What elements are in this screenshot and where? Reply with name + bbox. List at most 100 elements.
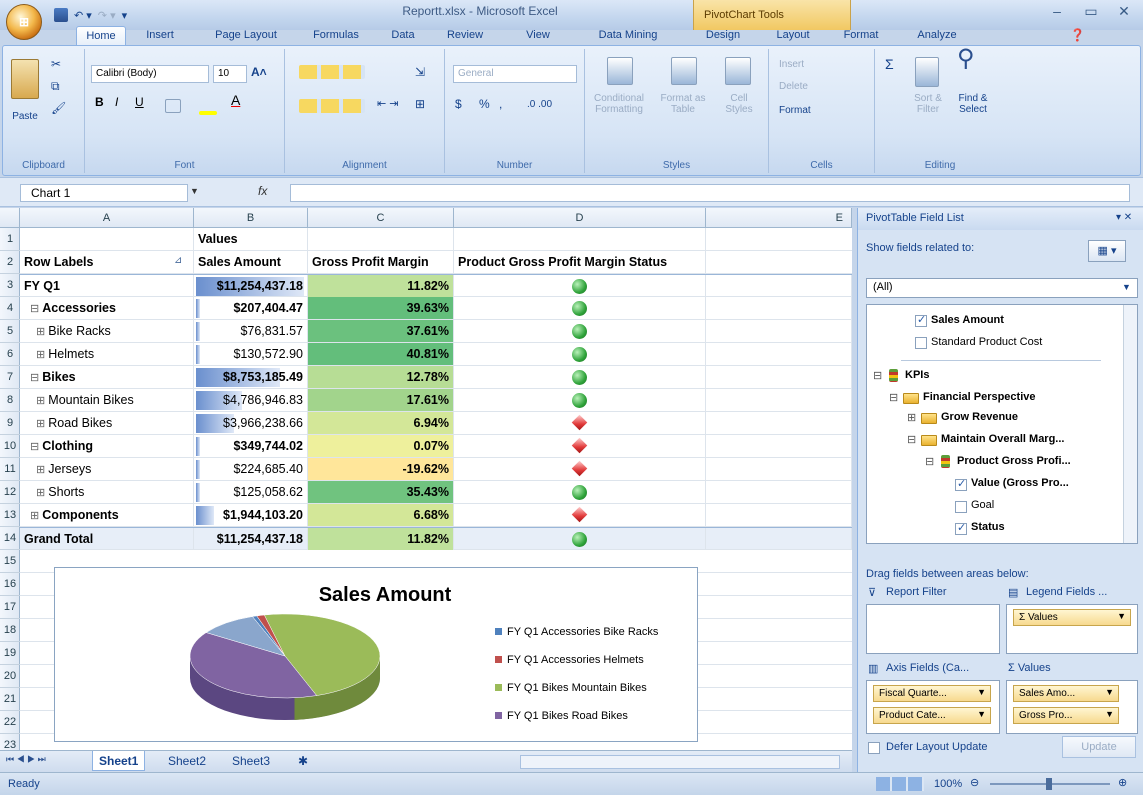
tab-design[interactable]: Design xyxy=(700,26,746,46)
layout-button[interactable]: ▦ ▾ xyxy=(1088,240,1126,262)
cell-e[interactable] xyxy=(706,528,852,550)
paste-icon[interactable] xyxy=(11,59,39,99)
defer-update-checkbox[interactable] xyxy=(868,742,880,754)
cell-e[interactable] xyxy=(706,504,852,526)
related-select[interactable]: (All) xyxy=(866,278,1138,298)
update-button[interactable]: Update xyxy=(1062,736,1136,758)
vertical-align-icons[interactable] xyxy=(299,65,365,79)
fill-color-icon[interactable] xyxy=(199,111,217,115)
cell-e[interactable] xyxy=(706,343,852,365)
currency-button[interactable]: $ xyxy=(455,98,462,110)
gross-margin-cell[interactable]: 39.63% xyxy=(308,297,454,319)
sales-amount-cell[interactable]: $130,572.90 xyxy=(194,343,308,365)
tree-toggle-icon[interactable]: ⊟ xyxy=(907,433,916,446)
tab-analyze[interactable]: Analyze xyxy=(912,26,962,46)
sales-amount-cell[interactable]: $11,254,437.18 xyxy=(194,528,308,550)
margin-status-cell[interactable] xyxy=(454,528,706,550)
expand-toggle-icon[interactable]: ⊞ xyxy=(36,487,48,499)
tree-toggle-icon[interactable]: ⊟ xyxy=(889,391,898,404)
gross-margin-cell[interactable]: 40.81% xyxy=(308,343,454,365)
worksheet-grid[interactable]: A B C D E 1 2 3 4 5 6 7 8 9 10 11 12 13 14 15 16 17 18 19 2… xyxy=(0,208,852,750)
row-label[interactable]: ⊞ Components xyxy=(20,504,194,526)
sales-amount-cell[interactable]: $11,254,437.18 xyxy=(194,275,308,297)
cell-e[interactable] xyxy=(706,389,852,411)
formula-input[interactable] xyxy=(290,184,1130,202)
sales-amount-cell[interactable]: $8,753,185.49 xyxy=(194,366,308,388)
margin-status-cell[interactable] xyxy=(454,343,706,365)
underline-button[interactable]: U xyxy=(135,96,144,108)
delete-cells-button[interactable]: Delete xyxy=(779,81,808,92)
gross-margin-cell[interactable]: 37.61% xyxy=(308,320,454,342)
row-label[interactable]: ⊟ Clothing xyxy=(20,435,194,457)
row-label[interactable]: ⊟ Accessories xyxy=(20,297,194,319)
sales-amount-cell[interactable]: $224,685.40 xyxy=(194,458,308,480)
font-size-select[interactable]: 10 xyxy=(213,65,247,83)
format-as-table-button[interactable]: Format as Table xyxy=(655,93,711,115)
axis-fields-drop-area[interactable]: Fiscal Quarte... ▼ Product Cate... ▼ xyxy=(866,680,1000,734)
margin-status-cell[interactable] xyxy=(454,389,706,411)
zoom-in-icon[interactable]: ⊕ xyxy=(1118,776,1127,789)
font-color-icon[interactable]: A xyxy=(231,93,240,107)
value-chip-gross-profit[interactable]: Gross Pro... ▼ xyxy=(1013,707,1119,724)
sales-amount-cell[interactable]: $4,786,946.83 xyxy=(194,389,308,411)
gross-margin-cell[interactable]: 11.82% xyxy=(308,528,454,550)
tree-financial-perspective[interactable]: Financial Perspective xyxy=(923,391,1036,403)
cell-d1[interactable] xyxy=(454,228,706,250)
column-header-c[interactable]: C xyxy=(308,208,454,228)
axis-chip-fiscal-quarter[interactable]: Fiscal Quarte... ▼ xyxy=(873,685,991,702)
row-label[interactable]: ⊞ Helmets xyxy=(20,343,194,365)
view-buttons[interactable] xyxy=(876,777,924,791)
header-row-labels[interactable]: Row Labels xyxy=(20,251,194,273)
sales-amount-cell[interactable]: $349,744.02 xyxy=(194,435,308,457)
horizontal-scrollbar[interactable] xyxy=(520,755,840,769)
tree-maintain-margin[interactable]: Maintain Overall Marg... xyxy=(941,433,1064,445)
gross-margin-cell[interactable]: 6.94% xyxy=(308,412,454,434)
name-box-dropdown-icon[interactable]: ▼ xyxy=(190,186,199,196)
cell-e[interactable] xyxy=(706,366,852,388)
pie-chart[interactable]: Sales Amount FY Q1 Accessories Bike Rack… xyxy=(54,567,698,742)
binoculars-icon[interactable]: ⚲ xyxy=(957,47,975,71)
field-sales-amount[interactable]: Sales Amount xyxy=(931,314,1004,326)
cell-styles-button[interactable]: Cell Styles xyxy=(719,93,759,115)
margin-status-cell[interactable] xyxy=(454,481,706,503)
values-drop-area[interactable]: Sales Amo... ▼ Gross Pro... ▼ xyxy=(1006,680,1138,734)
expand-toggle-icon[interactable]: ⊞ xyxy=(36,349,48,361)
row-label[interactable]: Grand Total xyxy=(20,528,194,550)
tab-review[interactable]: Review xyxy=(440,26,490,46)
pane-close-icon[interactable]: ▾ ✕ xyxy=(1116,212,1132,223)
format-painter-icon[interactable]: 🖌 xyxy=(51,102,66,114)
cell-styles-icon[interactable] xyxy=(725,57,751,85)
percent-button[interactable]: % xyxy=(479,98,490,110)
header-sales-amount[interactable]: Sales Amount xyxy=(194,251,308,273)
kpi-goal[interactable]: Goal xyxy=(971,499,994,511)
copy-icon[interactable]: ⧉ xyxy=(51,80,60,92)
row-label[interactable]: ⊞ Mountain Bikes xyxy=(20,389,194,411)
field-checkbox-sales-amount[interactable] xyxy=(915,313,927,327)
column-header-e[interactable]: E xyxy=(706,208,852,228)
zoom-slider-thumb[interactable] xyxy=(1046,778,1052,790)
select-all-corner[interactable] xyxy=(0,208,20,228)
expand-toggle-icon[interactable]: ⊞ xyxy=(36,418,48,430)
close-icon[interactable]: ✕ xyxy=(1112,3,1136,21)
expand-toggle-icon[interactable]: ⊟ xyxy=(30,372,42,384)
maximize-icon[interactable]: ▭ xyxy=(1079,3,1103,21)
tree-product-gross-profit[interactable]: Product Gross Profi... xyxy=(957,455,1071,467)
tree-toggle-icon[interactable]: ⊞ xyxy=(907,411,916,424)
legend-item[interactable]: FY Q1 Bikes Road Bikes xyxy=(495,710,695,738)
gross-margin-cell[interactable]: 6.68% xyxy=(308,504,454,526)
margin-status-cell[interactable] xyxy=(454,275,706,297)
sales-amount-cell[interactable]: $207,404.47 xyxy=(194,297,308,319)
kpi-checkbox-status[interactable] xyxy=(955,521,967,535)
row-label[interactable]: FY Q1 xyxy=(20,275,194,297)
sort-filter-button[interactable]: Sort & Filter xyxy=(909,93,947,115)
kpi-checkbox-goal[interactable] xyxy=(955,501,967,513)
indent-icons[interactable]: ⇤ ⇥ xyxy=(377,99,399,110)
sales-amount-cell[interactable]: $1,944,103.20 xyxy=(194,504,308,526)
format-cells-button[interactable]: Format xyxy=(779,105,811,116)
cell-e[interactable] xyxy=(706,275,852,297)
font-name-select[interactable]: Calibri (Body) xyxy=(91,65,209,83)
conditional-formatting-icon[interactable] xyxy=(607,57,633,85)
tab-format[interactable]: Format xyxy=(838,26,884,46)
legend-item[interactable]: FY Q1 Bikes Mountain Bikes xyxy=(495,682,695,710)
filter-dropdown-icon[interactable]: ⊿ xyxy=(174,255,182,266)
